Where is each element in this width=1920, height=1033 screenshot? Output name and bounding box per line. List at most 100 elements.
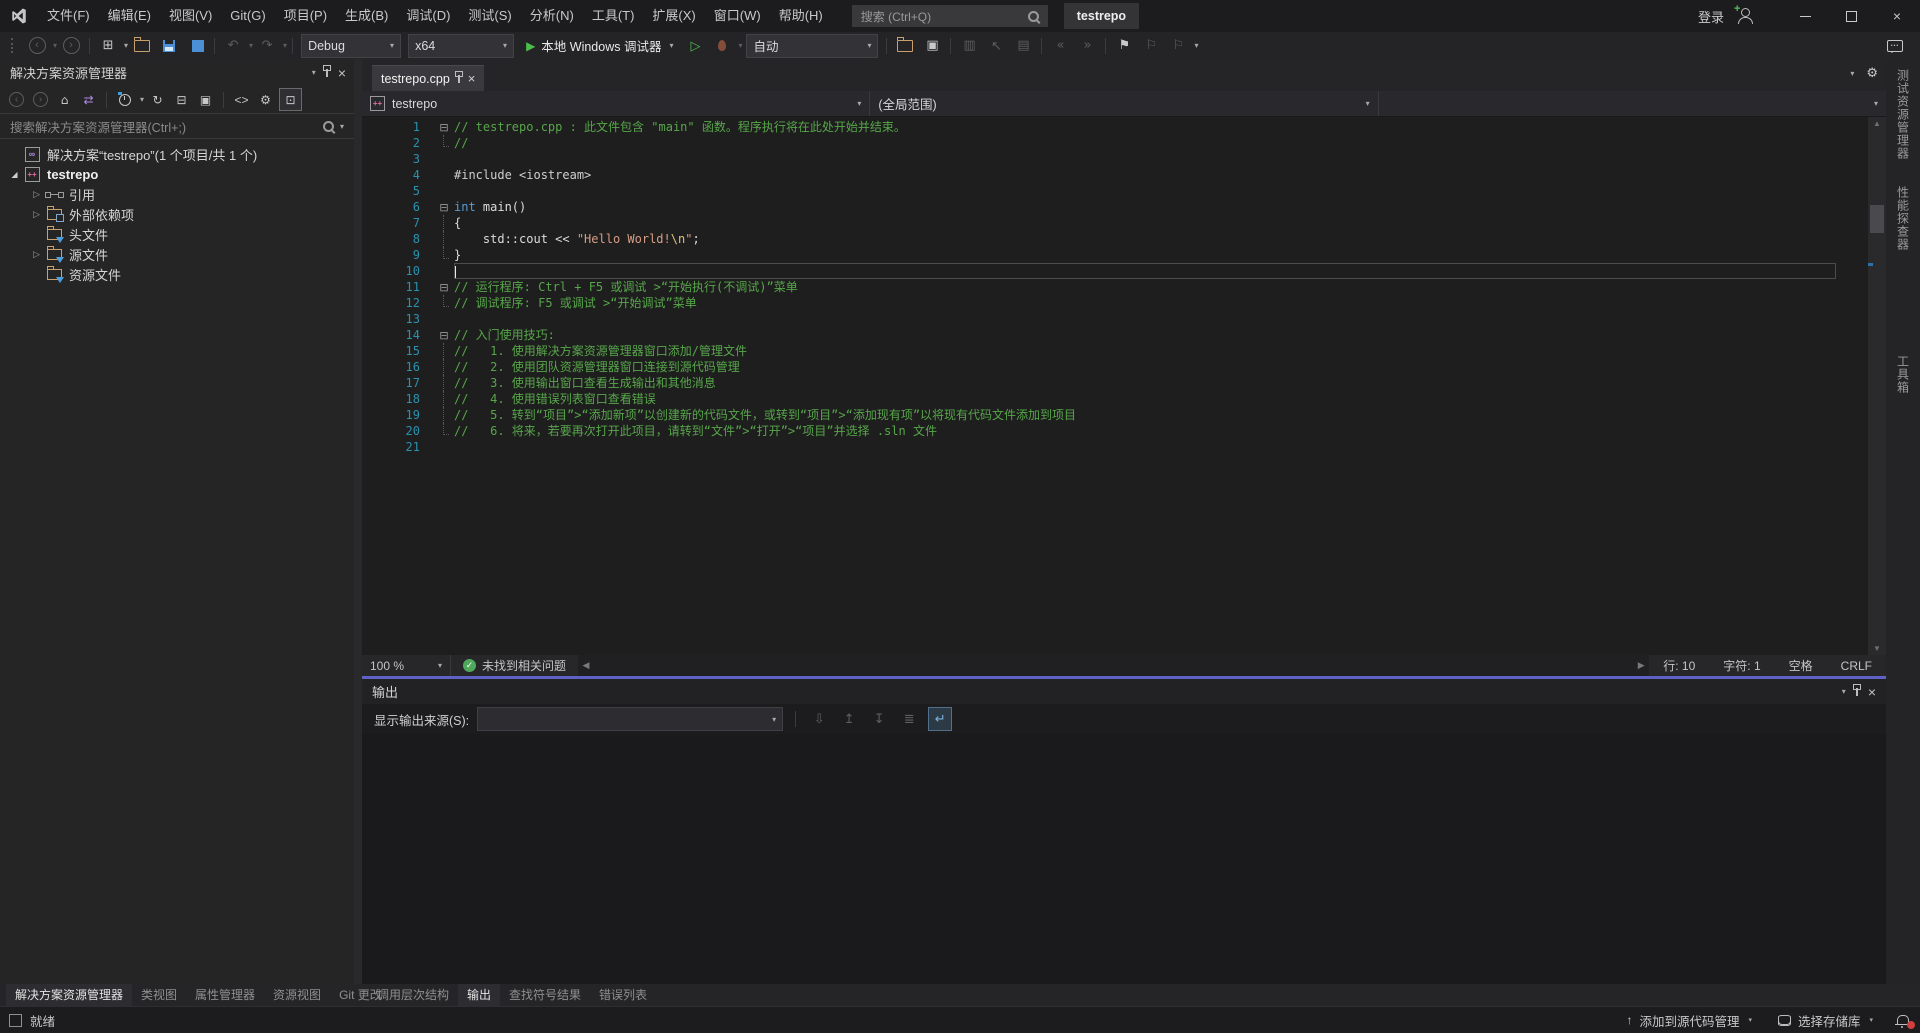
selection-tool-button[interactable]: ↖ [983, 35, 1009, 57]
filter-dropdown-icon[interactable] [140, 95, 144, 104]
zoom-level-select[interactable]: 100 % [362, 655, 451, 676]
hot-reload-dropdown-icon[interactable] [738, 41, 742, 50]
solution-platform-select[interactable]: x64 [408, 34, 514, 58]
attach-mode-select[interactable]: 自动 [746, 34, 878, 58]
menu-item[interactable]: 扩展(X) [643, 0, 704, 32]
forward-button[interactable]: › [30, 89, 51, 110]
menu-item[interactable]: 项目(P) [275, 0, 336, 32]
menu-item[interactable]: 窗口(W) [705, 0, 770, 32]
home-button[interactable]: ⌂ [54, 89, 75, 110]
search-icon[interactable] [1028, 11, 1039, 22]
pending-changes-filter-button[interactable] [114, 89, 135, 110]
save-all-button[interactable] [183, 35, 209, 57]
show-all-files-button[interactable]: ▣ [195, 89, 216, 110]
window-layout-button[interactable]: ▣ [919, 35, 945, 57]
tree-item[interactable]: ▷外部依赖项 [0, 204, 354, 224]
minimize-button[interactable] [1782, 0, 1828, 32]
code-line[interactable]: 17// 3. 使用输出窗口查看生成输出和其他消息 [362, 375, 1864, 391]
fold-marker[interactable]: ⊟ [434, 119, 454, 135]
dock-tab[interactable]: 解决方案资源管理器 [6, 984, 132, 1006]
window-position-icon[interactable] [312, 68, 316, 77]
code-line[interactable]: 10 [362, 263, 1864, 279]
prev-message-button[interactable]: ↥ [838, 708, 860, 730]
code-line[interactable]: 7{ [362, 215, 1864, 231]
next-bookmark-button[interactable]: ⚐ [1165, 35, 1191, 57]
fold-marker[interactable]: ⊟ [434, 279, 454, 295]
active-files-dropdown-icon[interactable] [1850, 69, 1854, 78]
menu-item[interactable]: 生成(B) [336, 0, 397, 32]
user-account-icon[interactable]: + [1734, 7, 1756, 25]
find-message-button[interactable]: ⇩ [808, 708, 830, 730]
code-line[interactable]: 6⊟int main() [362, 199, 1864, 215]
sync-with-active-document-button[interactable]: ↻ [147, 89, 168, 110]
back-button[interactable]: ‹ [6, 89, 27, 110]
redo-button[interactable]: ↷ [254, 35, 280, 57]
output-panel-header[interactable]: 输出 [362, 679, 1886, 704]
auto-hide-tab[interactable]: 工具箱 [1895, 355, 1912, 394]
code-line[interactable]: 12// 调试程序: F5 或调试 >“开始调试”菜单 [362, 295, 1864, 311]
code-line[interactable]: 20// 6. 将来，若要再次打开此项目，请转到“文件”>“打开”>“项目”并选… [362, 423, 1864, 439]
attach-process-button[interactable]: ▤ [1010, 35, 1036, 57]
preview-selected-items-button[interactable]: ⊡ [279, 88, 302, 111]
view-code-button[interactable]: <> [231, 89, 252, 110]
indentation-indicator[interactable]: 空格 [1775, 657, 1827, 674]
notifications-button[interactable] [1886, 1007, 1920, 1033]
find-in-files-button[interactable] [892, 35, 918, 57]
code-line[interactable]: 16// 2. 使用团队资源管理器窗口连接到源代码管理 [362, 359, 1864, 375]
start-without-debugging-button[interactable] [682, 35, 708, 57]
menu-item[interactable]: 视图(V) [160, 0, 221, 32]
code-line[interactable]: 5 [362, 183, 1864, 199]
scroll-right-icon[interactable]: ▶ [1633, 660, 1649, 671]
pin-icon[interactable] [1856, 688, 1858, 696]
solution-explorer-header[interactable]: 解决方案资源管理器 [0, 59, 354, 86]
tree-item[interactable]: ▷源文件 [0, 244, 354, 264]
search-icon[interactable] [323, 121, 334, 132]
dock-tab[interactable]: 查找符号结果 [500, 984, 590, 1006]
menu-item[interactable]: 编辑(E) [99, 0, 160, 32]
code-line[interactable]: 19// 5. 转到“项目”>“添加新项”以创建新的代码文件，或转到“项目”>“… [362, 407, 1864, 423]
document-health-indicator[interactable]: 未找到相关问题 [451, 657, 578, 674]
hot-reload-button[interactable] [709, 35, 735, 57]
tree-item[interactable]: 头文件 [0, 224, 354, 244]
code-line[interactable]: 4#include <iostream> [362, 167, 1864, 183]
show-graph-button[interactable]: ▥ [956, 35, 982, 57]
tab-testrepo-cpp[interactable]: testrepo.cpp [372, 65, 484, 91]
word-wrap-toggle[interactable]: ↵ [928, 707, 952, 731]
menu-item[interactable]: 分析(N) [521, 0, 583, 32]
editor-horizontal-scrollbar[interactable]: ◀ ▶ [578, 655, 1649, 676]
fold-marker[interactable]: ⊟ [434, 327, 454, 343]
code-line[interactable]: 8 std::cout << "Hello World!\n"; [362, 231, 1864, 247]
properties-button[interactable]: ⚙ [255, 89, 276, 110]
output-content[interactable] [362, 734, 1886, 984]
navigate-back-dropdown-icon[interactable] [53, 41, 57, 50]
pin-icon[interactable] [326, 69, 328, 77]
clear-all-button[interactable]: ≣ [898, 708, 920, 730]
tree-item[interactable]: ◢testrepo [0, 164, 354, 184]
navigate-forward-button[interactable]: › [58, 35, 84, 57]
code-line[interactable]: 15// 1. 使用解决方案资源管理器窗口添加/管理文件 [362, 343, 1864, 359]
toolbar-grip[interactable] [11, 38, 18, 53]
undo-dropdown-icon[interactable] [249, 41, 253, 50]
expander-icon[interactable]: ◢ [6, 170, 23, 179]
code-line[interactable]: 18// 4. 使用错误列表窗口查看错误 [362, 391, 1864, 407]
scroll-left-icon[interactable]: ◀ [578, 660, 594, 671]
dock-tab[interactable]: 错误列表 [590, 984, 656, 1006]
close-button[interactable] [1874, 0, 1920, 32]
menu-item[interactable]: Git(G) [221, 0, 274, 32]
select-repository-button[interactable]: 选择存储库 [1765, 1007, 1886, 1033]
code-line[interactable]: 9} [362, 247, 1864, 263]
next-message-button[interactable]: ↧ [868, 708, 890, 730]
code-line[interactable]: 21 [362, 439, 1864, 455]
restore-button[interactable] [1828, 0, 1874, 32]
start-debugging-button[interactable]: 本地 Windows 调试器 [518, 34, 681, 58]
switch-views-button[interactable]: ⇄ [78, 89, 99, 110]
save-button[interactable] [156, 35, 182, 57]
close-panel-icon[interactable] [338, 66, 346, 80]
dock-splitter[interactable] [354, 59, 362, 984]
dock-tab[interactable]: 资源视图 [264, 984, 330, 1006]
menu-item[interactable]: 调试(D) [397, 0, 459, 32]
tree-item[interactable]: 解决方案“testrepo”(1 个项目/共 1 个) [0, 144, 354, 164]
fold-marker[interactable]: ⊟ [434, 199, 454, 215]
new-project-dropdown-icon[interactable] [124, 41, 128, 50]
prev-bookmark-button[interactable]: ⚐ [1138, 35, 1164, 57]
